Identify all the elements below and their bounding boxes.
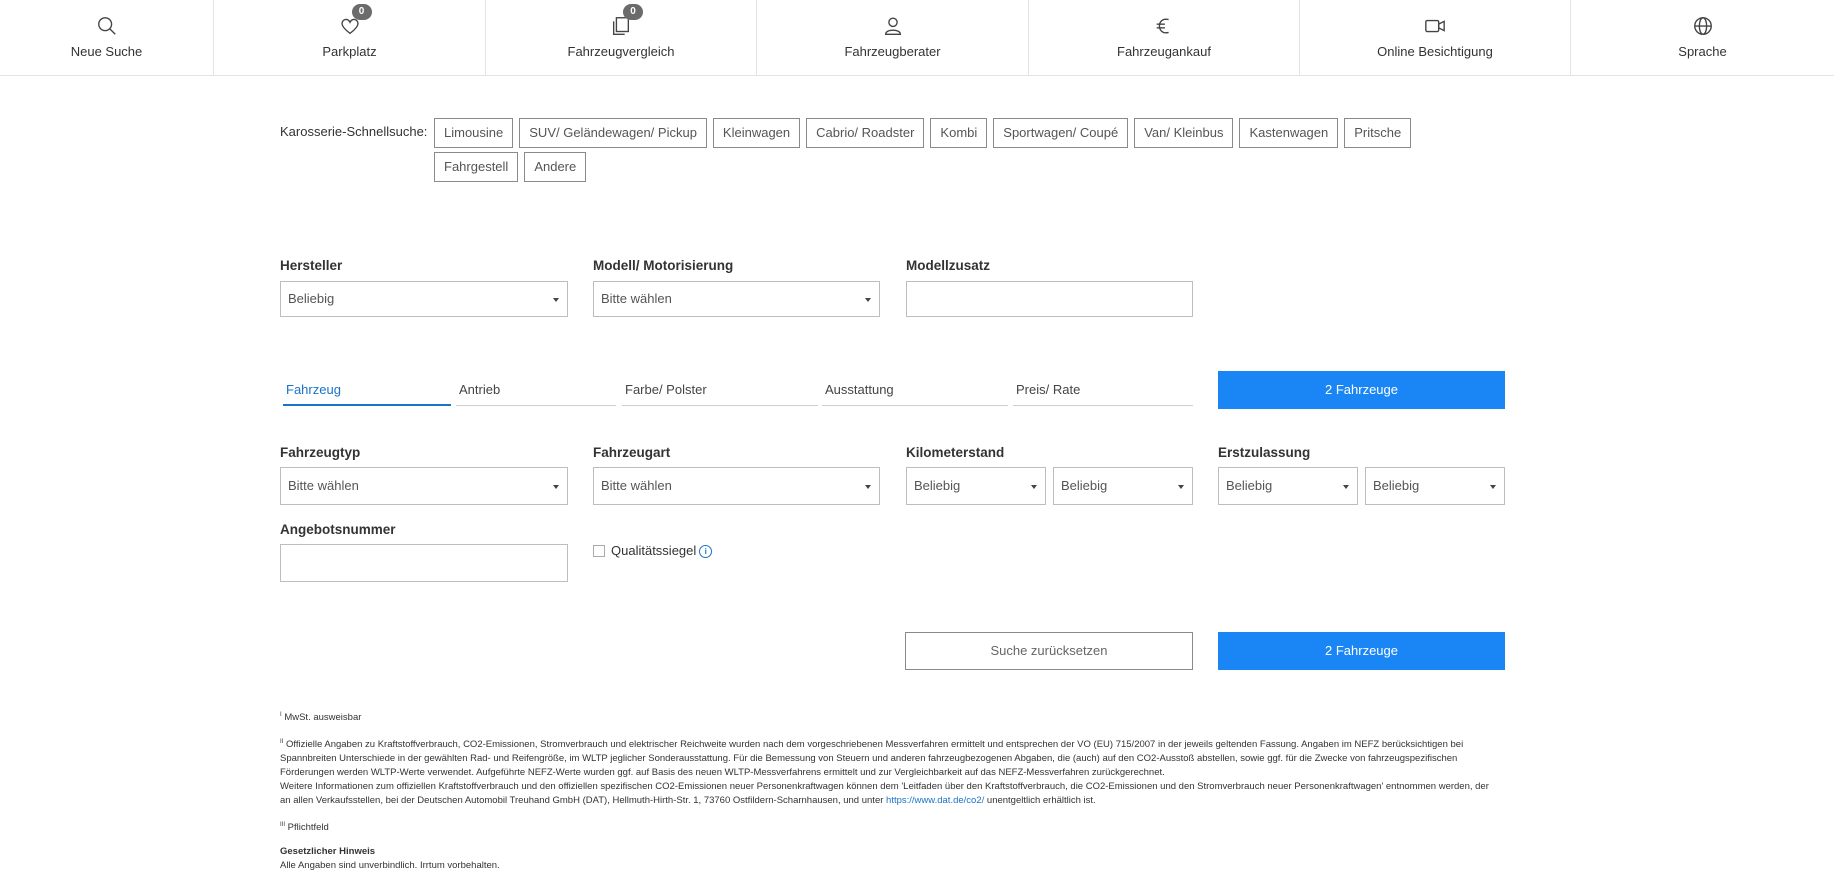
chevron-down-icon [553, 298, 559, 302]
fahrzeugart-label: Fahrzeugart [593, 445, 671, 460]
footnote-text: unentgeltlich erhältlich ist. [986, 795, 1096, 807]
footnote-2: II Offizielle Angaben zu Kraftstoffverbr… [280, 735, 1495, 808]
show-results-button[interactable]: 2 Fahrzeuge [1218, 371, 1505, 409]
fahrzeugtyp-value: Bitte wählen [288, 478, 359, 493]
tab-farbe-polster[interactable]: Farbe/ Polster [622, 382, 818, 406]
erstzulassung-from-select[interactable]: Beliebig [1218, 467, 1358, 505]
chip-van[interactable]: Van/ Kleinbus [1134, 118, 1234, 148]
footnote-text: MwSt. ausweisbar [284, 712, 362, 724]
submit-search-button[interactable]: 2 Fahrzeuge [1218, 632, 1505, 670]
fahrzeugtyp-label: Fahrzeugtyp [280, 445, 361, 460]
chip-cabrio[interactable]: Cabrio/ Roadster [806, 118, 925, 148]
hersteller-select[interactable]: Beliebig [280, 281, 568, 317]
search-icon [95, 14, 119, 38]
nav-label: Parkplatz [322, 44, 377, 59]
person-icon [881, 14, 905, 38]
vergleich-count-badge: 0 [623, 4, 643, 20]
chevron-down-icon [865, 485, 871, 489]
dat-co2-link[interactable]: https://www.dat.de/co2/ [886, 795, 984, 806]
nav-parkplatz[interactable]: 0 Parkplatz [214, 0, 486, 75]
nav-fahrzeugankauf[interactable]: Fahrzeugankauf [1029, 0, 1300, 75]
hersteller-label: Hersteller [280, 258, 343, 273]
euro-icon [1152, 14, 1176, 38]
chevron-down-icon [1178, 485, 1184, 489]
erstzulassung-label: Erstzulassung [1218, 445, 1311, 460]
angebotsnummer-label: Angebotsnummer [280, 522, 396, 537]
nav-online-besichtigung[interactable]: Online Besichtigung [1300, 0, 1571, 75]
reset-search-button[interactable]: Suche zurücksetzen [905, 632, 1193, 670]
chevron-down-icon [865, 298, 871, 302]
erstzulassung-to-value: Beliebig [1373, 478, 1420, 493]
kilometerstand-to-select[interactable]: Beliebig [1053, 467, 1193, 505]
fahrzeugtyp-select[interactable]: Bitte wählen [280, 467, 568, 505]
nav-label: Sprache [1678, 44, 1727, 59]
modell-select[interactable]: Bitte wählen [593, 281, 880, 317]
chevron-down-icon [1343, 485, 1349, 489]
nav-label: Neue Suche [70, 44, 143, 59]
chip-sportwagen[interactable]: Sportwagen/ Coupé [993, 118, 1129, 148]
chip-pritsche[interactable]: Pritsche [1344, 118, 1412, 148]
legal-notice-title: Gesetzlicher Hinweis [280, 846, 376, 857]
chevron-down-icon [1031, 485, 1037, 489]
footnote-mark: II [280, 739, 284, 745]
footnote-text: Weitere Informationen zum offiziellen Kr… [280, 781, 1489, 807]
heart-icon: 0 [338, 4, 372, 38]
tab-fahrzeug[interactable]: Fahrzeug [283, 382, 451, 406]
body-quicksearch-chips: Limousine SUV/ Geländewagen/ Pickup Klei… [434, 118, 1474, 186]
angebotsnummer-input[interactable] [280, 544, 568, 582]
modellzusatz-input[interactable] [906, 281, 1193, 317]
parkplatz-count-badge: 0 [351, 4, 372, 20]
chip-limousine[interactable]: Limousine [434, 118, 514, 148]
chevron-down-icon [553, 485, 559, 489]
body-quicksearch-label: Karosserie-Schnellsuche: [280, 124, 428, 139]
legal-notice: Gesetzlicher Hinweis Alle Angaben sind u… [280, 845, 1495, 873]
footnote-text: Pflichtfeld [287, 822, 329, 834]
legal-notice-text: Alle Angaben sind unverbindlich. Irrtum … [280, 860, 500, 871]
footnote-mark: I [280, 712, 282, 718]
qualitaetssiegel-label: Qualitätssiegel i [611, 543, 713, 558]
info-icon[interactable]: i [699, 545, 713, 558]
nav-fahrzeugvergleich[interactable]: 0 Fahrzeugvergleich [486, 0, 757, 75]
footnote-mark: III [280, 822, 286, 828]
qualitaetssiegel-checkbox[interactable] [593, 545, 605, 557]
tab-preis-rate[interactable]: Preis/ Rate [1013, 382, 1193, 406]
footnote-3: III Pflichtfeld [280, 818, 1495, 835]
tab-ausstattung[interactable]: Ausstattung [822, 382, 1008, 406]
modell-label: Modell/ Motorisierung [593, 258, 734, 273]
chevron-down-icon [1490, 485, 1496, 489]
video-camera-icon [1423, 14, 1447, 38]
chip-andere[interactable]: Andere [524, 152, 587, 182]
chip-fahrgestell[interactable]: Fahrgestell [434, 152, 519, 182]
chip-kastenwagen[interactable]: Kastenwagen [1239, 118, 1339, 148]
chip-kleinwagen[interactable]: Kleinwagen [712, 118, 801, 148]
compare-icon: 0 [609, 4, 643, 38]
kilometerstand-to-value: Beliebig [1061, 478, 1108, 493]
modell-value: Bitte wählen [601, 291, 672, 306]
tab-antrieb[interactable]: Antrieb [456, 382, 616, 406]
modellzusatz-label: Modellzusatz [906, 258, 991, 273]
nav-fahrzeugberater[interactable]: Fahrzeugberater [757, 0, 1029, 75]
footnote-text: Offizielle Angaben zu Kraftstoffverbrauc… [280, 739, 1464, 779]
fahrzeugart-select[interactable]: Bitte wählen [593, 467, 880, 505]
chip-suv[interactable]: SUV/ Geländewagen/ Pickup [519, 118, 707, 148]
nav-neue-suche[interactable]: Neue Suche [0, 0, 214, 75]
nav-label: Fahrzeugvergleich [567, 44, 675, 59]
footnote-1: I MwSt. ausweisbar [280, 708, 1495, 725]
kilometerstand-from-select[interactable]: Beliebig [906, 467, 1046, 505]
kilometerstand-label: Kilometerstand [906, 445, 1005, 460]
nav-label: Fahrzeugberater [844, 44, 941, 59]
chip-kombi[interactable]: Kombi [930, 118, 988, 148]
globe-icon [1691, 14, 1715, 38]
nav-sprache[interactable]: Sprache [1571, 0, 1834, 75]
nav-label: Online Besichtigung [1377, 44, 1493, 59]
erstzulassung-to-select[interactable]: Beliebig [1365, 467, 1505, 505]
kilometerstand-from-value: Beliebig [914, 478, 961, 493]
erstzulassung-from-value: Beliebig [1226, 478, 1273, 493]
fahrzeugart-value: Bitte wählen [601, 478, 672, 493]
qualitaetssiegel-text: Qualitätssiegel [611, 543, 697, 558]
hersteller-value: Beliebig [288, 291, 335, 306]
nav-label: Fahrzeugankauf [1117, 44, 1211, 59]
top-navigation: Neue Suche 0 Parkplatz 0 Fahrzeugverglei… [0, 0, 1834, 76]
